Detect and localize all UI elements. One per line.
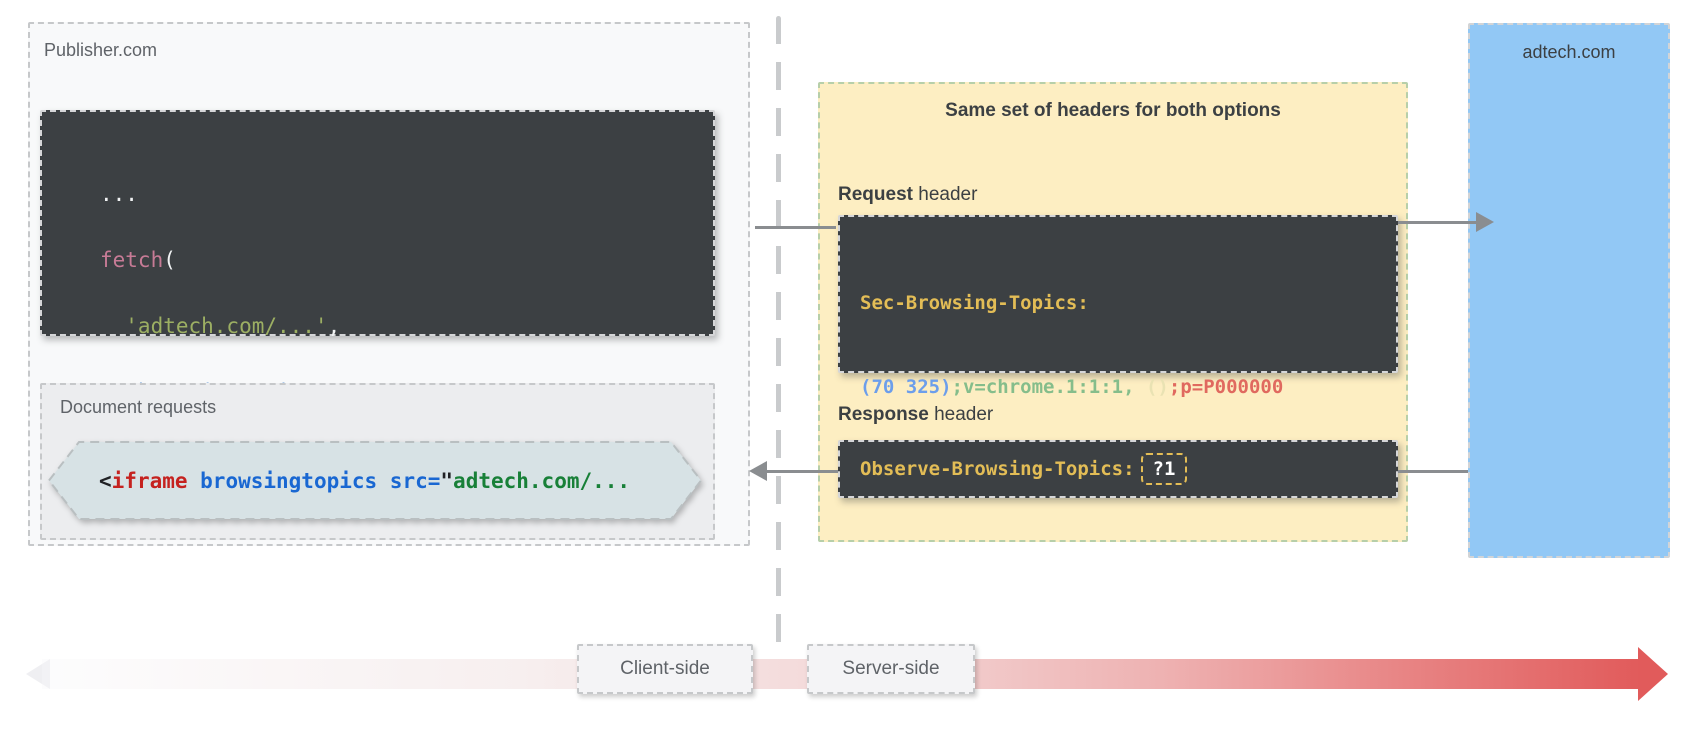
- request-connector-left: [755, 226, 836, 229]
- response-header-box: Observe-Browsing-Topics: ?1: [838, 440, 1398, 498]
- document-requests-label: Document requests: [60, 397, 216, 418]
- adtech-title: adtech.com: [1468, 42, 1670, 63]
- request-header-value: (70 325);v=chrome.1:1:1, ();p=P000000: [860, 375, 1396, 399]
- response-header-name: Observe-Browsing-Topics:: [860, 458, 1135, 480]
- code-line: 'adtech.com/...',: [100, 312, 713, 340]
- request-header-name: Sec-Browsing-Topics:: [860, 291, 1396, 315]
- request-header-box: Sec-Browsing-Topics: (70 325);v=chrome.1…: [838, 215, 1398, 373]
- request-header-label: Request header: [838, 184, 977, 206]
- timeline-right-arrowhead-icon: [1638, 647, 1668, 701]
- response-arrowhead-icon: [749, 461, 767, 481]
- response-header-value-chip: ?1: [1141, 453, 1188, 485]
- response-connector-left: [765, 470, 838, 473]
- adtech-panel: [1468, 23, 1670, 558]
- request-arrowhead-icon: [1476, 212, 1494, 232]
- request-connector-right: [1398, 221, 1476, 224]
- iframe-code-snippet: <iframe browsingtopics src="adtech.com/.…: [47, 440, 703, 521]
- code-line: ...: [100, 180, 713, 208]
- client-side-chip: Client-side: [577, 644, 753, 694]
- response-connector-right: [1398, 470, 1468, 473]
- server-side-label: Server-side: [842, 658, 939, 680]
- headers-panel-title: Same set of headers for both options: [818, 100, 1408, 122]
- client-side-label: Client-side: [620, 658, 710, 680]
- client-server-divider: [776, 16, 781, 650]
- fetch-code-block: ... fetch( 'adtech.com/...', {browsingTo…: [40, 110, 715, 336]
- publisher-title: Publisher.com: [44, 40, 157, 61]
- server-side-chip: Server-side: [807, 644, 975, 694]
- response-header-label: Response header: [838, 404, 993, 426]
- topics-api-headers-diagram: Publisher.com ... fetch( 'adtech.com/...…: [0, 0, 1692, 734]
- code-line: fetch(: [100, 246, 713, 274]
